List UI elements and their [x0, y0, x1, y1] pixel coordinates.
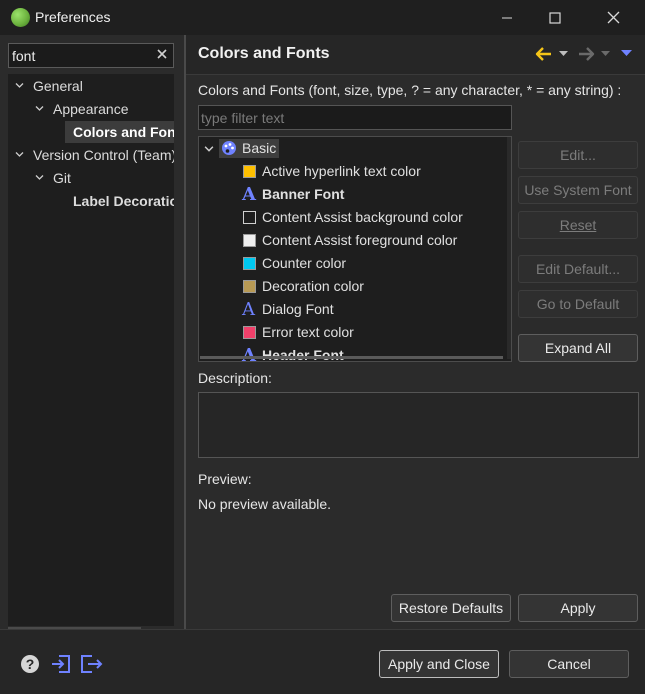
color-item-error-text[interactable]: Error text color: [199, 321, 511, 344]
color-swatch: [243, 280, 256, 293]
font-icon: A: [242, 299, 255, 320]
panel-divider[interactable]: [184, 35, 186, 629]
cancel-label: Cancel: [547, 656, 591, 672]
preview-text: No preview available.: [198, 496, 332, 512]
apply-button[interactable]: Apply: [518, 594, 638, 622]
item-label: Header Font: [262, 347, 344, 362]
use-system-font-button[interactable]: Use System Font: [518, 176, 638, 204]
tree-item-label: Appearance: [53, 101, 129, 117]
cancel-button[interactable]: Cancel: [509, 650, 629, 678]
color-swatch: [243, 165, 256, 178]
palette-icon: [222, 141, 236, 155]
forward-arrow-icon[interactable]: [577, 46, 595, 62]
chevron-down-icon[interactable]: [204, 144, 214, 154]
restore-defaults-button[interactable]: Restore Defaults: [391, 594, 511, 622]
tree-item-appearance[interactable]: Appearance: [8, 98, 174, 120]
colors-fonts-tree: Basic Active hyperlink text color A Bann…: [198, 136, 512, 362]
expand-all-button[interactable]: Expand All: [518, 334, 638, 362]
tree-item-general[interactable]: General: [8, 75, 174, 97]
preference-filter-input[interactable]: [8, 43, 174, 68]
tree-item-colors-and-fonts[interactable]: Colors and Fonts: [8, 121, 174, 143]
reset-button[interactable]: Reset: [518, 211, 638, 239]
chevron-down-icon[interactable]: [35, 173, 44, 182]
chevron-down-icon[interactable]: [15, 81, 24, 90]
expand-all-label: Expand All: [544, 340, 612, 356]
colors-fonts-filter-label: Colors and Fonts (font, size, type, ? = …: [198, 82, 622, 98]
description-label: Description:: [198, 370, 272, 386]
item-label: Counter color: [262, 255, 347, 271]
edit-default-label: Edit Default...: [535, 261, 621, 277]
close-button[interactable]: [590, 0, 636, 35]
item-label: Content Assist background color: [262, 209, 463, 225]
tree-item-label: Colors and Fonts: [73, 124, 174, 140]
item-label: Error text color: [262, 324, 354, 340]
tree-item-git[interactable]: Git: [8, 167, 174, 189]
maximize-icon: [549, 11, 561, 24]
item-label: Banner Font: [262, 186, 345, 202]
font-icon: A: [242, 184, 256, 205]
import-icon[interactable]: [50, 653, 72, 675]
edit-default-button[interactable]: Edit Default...: [518, 255, 638, 283]
go-to-default-label: Go to Default: [536, 296, 620, 312]
minimize-icon: [502, 17, 512, 18]
description-box: [198, 392, 639, 458]
font-item-header-font[interactable]: A Header Font: [199, 344, 511, 362]
color-swatch: [243, 326, 256, 339]
color-item-content-assist-fg[interactable]: Content Assist foreground color: [199, 229, 511, 252]
tree-item-label: Git: [53, 170, 71, 186]
reset-label: Reset: [559, 217, 597, 233]
edit-button[interactable]: Edit...: [518, 141, 638, 169]
use-system-font-label: Use System Font: [524, 182, 632, 198]
apply-and-close-button[interactable]: Apply and Close: [379, 650, 499, 678]
maximize-button[interactable]: [532, 0, 578, 35]
window-title: Preferences: [35, 9, 111, 25]
edit-button-label: Edit...: [560, 147, 596, 163]
category-label: Basic: [242, 140, 277, 156]
page-title: Colors and Fonts: [198, 45, 330, 62]
font-item-banner-font[interactable]: A Banner Font: [199, 183, 511, 206]
tree-item-label: Version Control (Team): [33, 147, 174, 163]
color-swatch: [243, 211, 256, 224]
color-swatch: [243, 234, 256, 247]
tree-horizontal-scrollbar[interactable]: [200, 356, 503, 359]
color-item-counter[interactable]: Counter color: [199, 252, 511, 275]
color-swatch: [243, 257, 256, 270]
tree-item-label: Label Decorations: [73, 193, 174, 209]
export-icon[interactable]: [80, 653, 104, 675]
category-row-basic[interactable]: Basic: [199, 137, 511, 160]
font-item-dialog-font[interactable]: A Dialog Font: [199, 298, 511, 321]
go-to-default-button[interactable]: Go to Default: [518, 290, 638, 318]
item-label: Decoration color: [262, 278, 364, 294]
preview-label: Preview:: [198, 471, 252, 487]
type-filter-input[interactable]: [198, 105, 512, 130]
tree-item-version-control[interactable]: Version Control (Team): [8, 144, 174, 166]
color-item-content-assist-bg[interactable]: Content Assist background color: [199, 206, 511, 229]
back-menu-icon[interactable]: [559, 51, 568, 57]
back-arrow-icon[interactable]: [535, 46, 553, 62]
help-icon[interactable]: ?: [20, 654, 40, 674]
minimize-button[interactable]: [484, 0, 530, 35]
restore-defaults-label: Restore Defaults: [398, 600, 504, 616]
chevron-down-icon[interactable]: [35, 104, 44, 113]
close-icon: [607, 11, 619, 24]
color-item-decoration[interactable]: Decoration color: [199, 275, 511, 298]
apply-and-close-label: Apply and Close: [388, 656, 490, 672]
view-menu-icon[interactable]: [621, 50, 632, 57]
app-icon: [11, 8, 30, 27]
item-label: Content Assist foreground color: [262, 232, 458, 248]
color-item-active-hyperlink[interactable]: Active hyperlink text color: [199, 160, 511, 183]
chevron-down-icon[interactable]: [15, 150, 24, 159]
svg-text:?: ?: [26, 656, 35, 672]
clear-filter-icon[interactable]: [156, 47, 168, 63]
forward-menu-icon[interactable]: [601, 51, 610, 57]
item-label: Active hyperlink text color: [262, 163, 421, 179]
item-label: Dialog Font: [262, 301, 334, 317]
tree-item-label-decorations[interactable]: Label Decorations: [8, 190, 174, 212]
tree-vertical-scrollbar[interactable]: [507, 137, 511, 359]
apply-label: Apply: [560, 600, 596, 616]
tree-item-label: General: [33, 78, 83, 94]
font-icon: A: [242, 345, 256, 362]
